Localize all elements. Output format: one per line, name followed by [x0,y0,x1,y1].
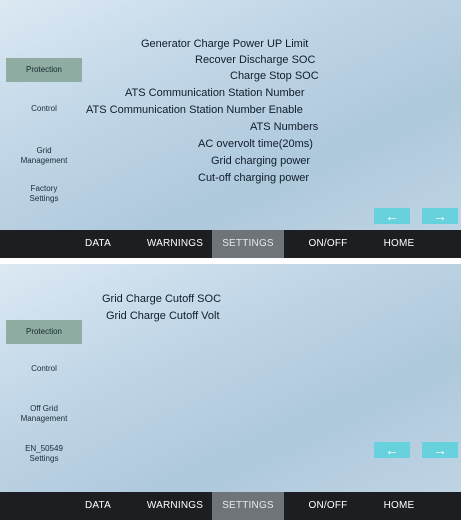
setting-ats-communication-station-number[interactable]: ATS Communication Station Number [125,87,305,100]
sidebar-item-label: Off Grid [30,404,58,413]
tab-home[interactable]: HOME [364,492,434,520]
sidebar-item-label: Settings [29,194,59,203]
prev-page-button[interactable]: ← [374,208,410,224]
tab-on-off[interactable]: ON/OFF [288,492,368,520]
tab-warnings[interactable]: WARNINGS [138,230,212,258]
next-page-button[interactable]: → [422,208,458,224]
setting-charge-stop-soc[interactable]: Charge Stop SOC [230,70,319,83]
tab-data[interactable]: DATA [62,492,134,520]
prev-page-button[interactable]: ← [374,442,410,458]
sidebar-item-protection[interactable]: Protection [6,58,82,82]
setting-generator-charge-power-up-limit[interactable]: Generator Charge Power UP Limit [141,38,308,51]
sidebar-item-en-50549-settings[interactable]: EN_50549 Settings [6,444,82,464]
sidebar-item-control[interactable]: Control [6,104,82,114]
setting-ats-communication-station-number-enable[interactable]: ATS Communication Station Number Enable [86,104,303,117]
tab-settings[interactable]: SETTINGS [212,492,284,520]
sidebar-item-label: EN_50549 [25,444,63,453]
setting-grid-charge-cutoff-soc[interactable]: Grid Charge Cutoff SOC [102,293,221,306]
sidebar-item-factory-settings[interactable]: Factory Settings [6,184,82,204]
tab-on-off[interactable]: ON/OFF [288,230,368,258]
tab-settings[interactable]: SETTINGS [212,230,284,258]
next-page-button[interactable]: → [422,442,458,458]
sidebar-item-label: Management [20,414,68,423]
tab-data[interactable]: DATA [62,230,134,258]
settings-screen-2: Protection Control Off Grid Management E… [0,264,461,520]
setting-grid-charging-power[interactable]: Grid charging power [211,155,310,168]
setting-grid-charge-cutoff-volt[interactable]: Grid Charge Cutoff Volt [106,310,220,323]
sidebar-item-label: Factory [30,184,58,193]
sidebar-item-protection[interactable]: Protection [6,320,82,344]
setting-ats-numbers[interactable]: ATS Numbers [250,121,318,134]
sidebar-item-label: Grid [36,146,52,155]
settings-screen-1: Protection Control Grid Management Facto… [0,0,461,258]
tab-warnings[interactable]: WARNINGS [138,492,212,520]
bottom-tab-bar: DATA WARNINGS SETTINGS ON/OFF HOME [0,230,461,258]
setting-recover-discharge-soc[interactable]: Recover Discharge SOC [195,54,315,67]
setting-ac-overvolt-time[interactable]: AC overvolt time(20ms) [198,138,313,151]
sidebar-item-label: Management [20,156,68,165]
bottom-tab-bar: DATA WARNINGS SETTINGS ON/OFF HOME [0,492,461,520]
setting-cut-off-charging-power[interactable]: Cut-off charging power [198,172,309,185]
sidebar-item-label: Settings [29,454,59,463]
sidebar-item-grid-management[interactable]: Grid Management [6,146,82,166]
sidebar-item-off-grid-management[interactable]: Off Grid Management [6,404,82,424]
sidebar-item-control[interactable]: Control [6,364,82,374]
tab-home[interactable]: HOME [364,230,434,258]
